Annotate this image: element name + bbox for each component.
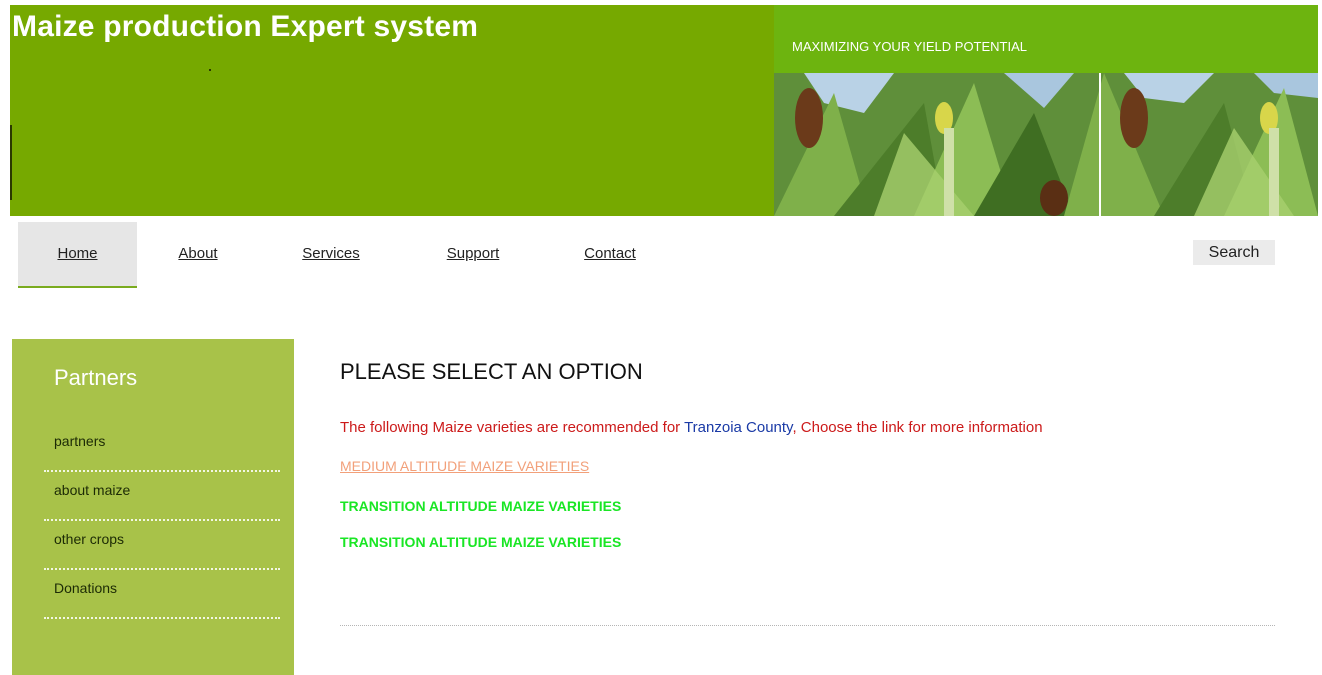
nav-support[interactable]: Support xyxy=(428,222,518,286)
site-header: Maize production Expert system MAXIMIZIN… xyxy=(10,5,1318,216)
header-edge xyxy=(10,125,12,200)
sidebar-item-partners[interactable]: partners xyxy=(44,424,280,472)
maize-field-photo xyxy=(774,73,1318,216)
page-heading: PLEASE SELECT AN OPTION xyxy=(340,359,643,384)
sidebar-item-donations[interactable]: Donations xyxy=(44,571,280,619)
county-name: Tranzoia County xyxy=(684,419,793,436)
main-nav: Home About Services Support Contact Sear… xyxy=(18,222,1308,288)
nav-services[interactable]: Services xyxy=(286,222,376,286)
sidebar-item-other-crops[interactable]: other crops xyxy=(44,522,280,570)
tagline: MAXIMIZING YOUR YIELD POTENTIAL xyxy=(792,39,1028,54)
recommendation-prefix: The following Maize varieties are recomm… xyxy=(340,419,685,436)
main-content: PLEASE SELECT AN OPTION The following Ma… xyxy=(340,339,1280,639)
sidebar-item-about-maize[interactable]: about maize xyxy=(44,473,280,521)
medium-altitude-link[interactable]: MEDIUM ALTITUDE MAIZE VARIETIES xyxy=(340,458,589,474)
sidebar: Partners partners about maize other crop… xyxy=(12,339,294,675)
title-dot xyxy=(209,69,211,71)
nav-about[interactable]: About xyxy=(158,222,238,286)
transition-altitude-link[interactable]: TRANSITION ALTITUDE MAIZE VARIETIES xyxy=(340,498,621,514)
search-button[interactable]: Search xyxy=(1193,240,1275,265)
site-title: Maize production Expert system xyxy=(12,10,479,43)
content-divider xyxy=(340,625,1275,626)
banner: MAXIMIZING YOUR YIELD POTENTIAL xyxy=(774,5,1318,216)
transition-altitude-link-2[interactable]: TRANSITION ALTITUDE MAIZE VARIETIES xyxy=(340,534,621,550)
nav-home[interactable]: Home xyxy=(18,222,137,288)
nav-contact[interactable]: Contact xyxy=(565,222,655,286)
recommendation-text: The following Maize varieties are recomm… xyxy=(340,419,1043,436)
recommendation-suffix: , Choose the link for more information xyxy=(792,419,1043,436)
sidebar-title: Partners xyxy=(54,365,138,390)
